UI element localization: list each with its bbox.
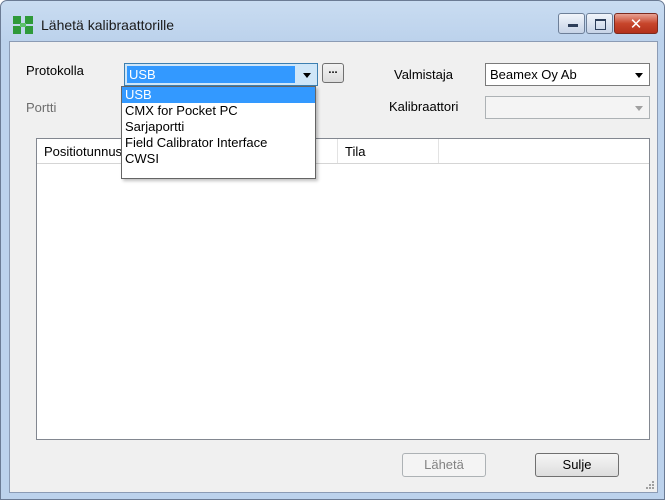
dropdown-option[interactable]: CWSI xyxy=(122,151,315,167)
protocol-value: USB xyxy=(127,66,295,83)
manufacturer-combo[interactable]: Beamex Oy Ab xyxy=(485,63,650,86)
protocol-dropdown-list[interactable]: USB CMX for Pocket PC Sarjaportti Field … xyxy=(121,86,316,179)
column-header-status[interactable]: Tila xyxy=(338,139,439,163)
dropdown-option[interactable]: Sarjaportti xyxy=(122,119,315,135)
minimize-icon xyxy=(568,24,578,27)
close-button[interactable]: Sulje xyxy=(535,453,619,477)
port-label: Portti xyxy=(26,100,57,115)
close-window-button[interactable]: ✕ xyxy=(614,13,658,34)
dialog-window: Lähetä kalibraattorille ✕ Protokolla USB… xyxy=(0,0,665,500)
resize-grip-icon[interactable] xyxy=(645,480,655,490)
app-tree-icon xyxy=(13,16,33,34)
dropdown-option[interactable]: CMX for Pocket PC xyxy=(122,103,315,119)
calibrator-list[interactable]: Positiotunnus Tila xyxy=(36,138,650,440)
manufacturer-label: Valmistaja xyxy=(394,67,454,82)
chevron-down-icon xyxy=(635,106,643,111)
title-bar[interactable]: Lähetä kalibraattorille ✕ xyxy=(1,1,664,41)
calibrator-combo[interactable] xyxy=(485,96,650,119)
protocol-label: Protokolla xyxy=(26,63,84,78)
dialog-client-area: Protokolla USB ... Valmistaja Beamex Oy … xyxy=(9,41,658,493)
send-button[interactable]: Lähetä xyxy=(402,453,486,477)
minimize-button[interactable] xyxy=(558,13,585,34)
maximize-icon xyxy=(595,19,606,30)
dropdown-option[interactable]: USB xyxy=(122,87,315,103)
close-icon: ✕ xyxy=(629,15,643,33)
dropdown-option[interactable]: Field Calibrator Interface xyxy=(122,135,315,151)
chevron-down-icon xyxy=(635,73,643,78)
maximize-button[interactable] xyxy=(586,13,613,34)
chevron-down-icon xyxy=(303,73,311,78)
window-title: Lähetä kalibraattorille xyxy=(41,17,175,33)
manufacturer-value: Beamex Oy Ab xyxy=(490,67,577,82)
protocol-combo[interactable]: USB xyxy=(124,63,318,86)
browse-button[interactable]: ... xyxy=(322,63,344,83)
calibrator-label: Kalibraattori xyxy=(389,99,459,114)
